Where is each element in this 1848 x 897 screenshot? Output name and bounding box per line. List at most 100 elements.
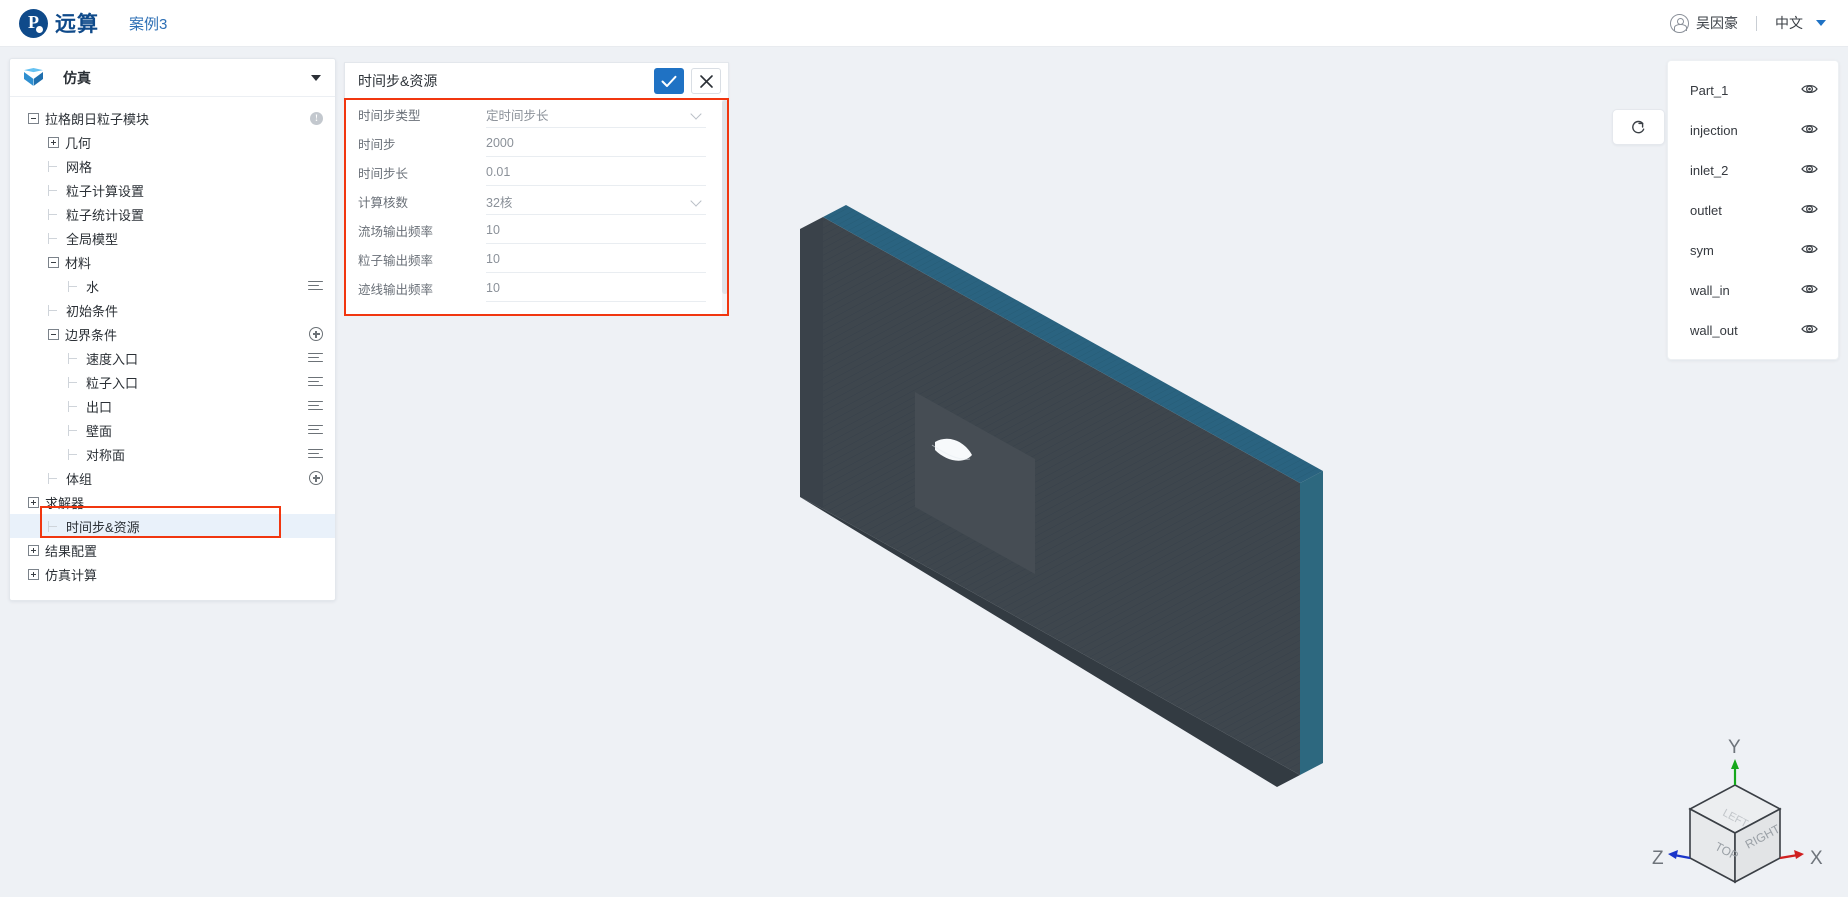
visibility-eye-icon[interactable] <box>1801 163 1818 178</box>
logo-icon: P <box>19 8 48 38</box>
part-name: inlet_2 <box>1690 162 1729 178</box>
user-name: 吴因豪 <box>1696 15 1738 31</box>
form-row: 迹线输出频率 10 <box>345 274 728 303</box>
visibility-eye-icon[interactable] <box>1801 283 1818 298</box>
part-row[interactable]: sym <box>1668 230 1838 270</box>
brand[interactable]: P 远算 <box>19 8 99 38</box>
user-menu[interactable]: 吴因豪 <box>1670 13 1738 33</box>
tree-item-add-icon[interactable] <box>309 471 323 485</box>
visibility-eye-icon[interactable] <box>1801 203 1818 218</box>
text-input-field[interactable]: 10 <box>486 217 706 244</box>
tree-item[interactable]: 网格 <box>10 154 335 178</box>
chevron-down-icon[interactable] <box>690 195 702 207</box>
tree-item-menu-icon[interactable] <box>308 280 323 292</box>
field-label: 粒子输出频率 <box>358 254 434 268</box>
tree-item[interactable]: 全局模型 <box>10 226 335 250</box>
select-field[interactable]: 定时间步长 <box>486 101 706 128</box>
language-label[interactable]: 中文 <box>1775 13 1803 33</box>
dialog-header: 时间步&资源 <box>344 62 729 100</box>
expand-icon[interactable] <box>28 496 39 508</box>
tree-item[interactable]: 几何 <box>10 130 335 154</box>
part-row[interactable]: outlet <box>1668 190 1838 230</box>
reset-view-button[interactable] <box>1612 109 1665 145</box>
tree-item[interactable]: 速度入口 <box>10 346 335 370</box>
tree-item-label: 速度入口 <box>86 351 139 367</box>
tree-item-menu-icon[interactable] <box>308 424 323 436</box>
tree-item[interactable]: 初始条件 <box>10 298 335 322</box>
close-button[interactable] <box>691 68 721 94</box>
visibility-eye-icon[interactable] <box>1801 323 1818 338</box>
tree-item-menu-icon[interactable] <box>308 352 323 364</box>
tree-item-menu-icon[interactable] <box>308 400 323 412</box>
expand-icon[interactable] <box>28 568 39 580</box>
tree-item[interactable]: 求解器 <box>10 490 335 514</box>
tree-item[interactable]: 粒子计算设置 <box>10 178 335 202</box>
collapse-icon[interactable] <box>48 256 59 268</box>
field-label: 流场输出频率 <box>358 225 434 239</box>
tree-item[interactable]: 壁面 <box>10 418 335 442</box>
tree-branch-line <box>68 352 80 364</box>
tree-branch-line <box>68 448 80 460</box>
confirm-button[interactable] <box>654 68 684 94</box>
tree-item[interactable]: 粒子入口 <box>10 370 335 394</box>
dialog-scrollbar-thumb[interactable] <box>722 100 728 294</box>
part-row[interactable]: wall_out <box>1668 310 1838 350</box>
dialog-body: 时间步类型 定时间步长 时间步 2000 时间步长 0.01 计算核数 32核 流场输出频率 10… <box>344 100 729 315</box>
tree-item-label: 几何 <box>65 135 92 151</box>
chevron-down-icon[interactable] <box>690 108 702 120</box>
tree-item[interactable]: 对称面 <box>10 442 335 466</box>
tree-item-label: 求解器 <box>45 495 85 511</box>
simulation-tree: 拉格朗日粒子模块! 几何网格粒子计算设置 粒子统计设置全局模型 材料水初始条件 边界条件… <box>10 97 335 600</box>
tree-item-menu-icon[interactable] <box>308 376 323 388</box>
tree-item[interactable]: 拉格朗日粒子模块! <box>10 106 335 130</box>
text-input-field[interactable]: 10 <box>486 246 706 273</box>
tree-branch-line <box>48 232 60 244</box>
chevron-down-icon[interactable] <box>1816 20 1826 26</box>
field-value: 2000 <box>486 136 514 150</box>
tree-item[interactable]: 边界条件 <box>10 322 335 346</box>
tree-item[interactable]: 出口 <box>10 394 335 418</box>
tree-item-label: 拉格朗日粒子模块 <box>45 111 150 127</box>
tree-item-label: 粒子统计设置 <box>66 207 145 223</box>
part-row[interactable]: inlet_2 <box>1668 150 1838 190</box>
visibility-eye-icon[interactable] <box>1801 83 1818 98</box>
part-name: Part_1 <box>1690 82 1729 98</box>
expand-icon[interactable] <box>28 544 39 556</box>
left-panel-header[interactable]: 仿真 <box>10 59 335 97</box>
visibility-eye-icon[interactable] <box>1801 123 1818 138</box>
tree-item-info-icon[interactable]: ! <box>310 111 323 125</box>
axis-orientation-gizmo[interactable]: TOP RIGHT LEFT Y X Z <box>1650 737 1830 897</box>
text-input-field[interactable]: 10 <box>486 275 706 302</box>
part-row[interactable]: Part_1 <box>1668 70 1838 110</box>
select-field[interactable]: 32核 <box>486 188 706 215</box>
tree-item[interactable]: 结果配置 <box>10 538 335 562</box>
visibility-eye-icon[interactable] <box>1801 243 1818 258</box>
tree-item-menu-icon[interactable] <box>308 448 323 460</box>
close-icon <box>699 74 713 88</box>
tree-item[interactable]: 体组 <box>10 466 335 490</box>
tree-item[interactable]: 材料 <box>10 250 335 274</box>
form-row: 流场输出频率 10 <box>345 216 728 245</box>
chevron-down-icon[interactable] <box>311 74 321 81</box>
part-row[interactable]: injection <box>1668 110 1838 150</box>
expand-icon[interactable] <box>48 136 59 148</box>
tree-item-add-icon[interactable] <box>309 327 323 341</box>
text-input-field[interactable]: 2000 <box>486 130 706 157</box>
gizmo-axis-y: Y <box>1728 737 1741 758</box>
tree-item[interactable]: 水 <box>10 274 335 298</box>
tree-item-label: 粒子入口 <box>86 375 139 391</box>
collapse-icon[interactable] <box>28 112 39 124</box>
form-row: 时间步长 0.01 <box>345 158 728 187</box>
collapse-icon[interactable] <box>48 328 59 340</box>
part-row[interactable]: wall_in <box>1668 270 1838 310</box>
tree-item[interactable]: 粒子统计设置 <box>10 202 335 226</box>
tree-item-label: 粒子计算设置 <box>66 183 145 199</box>
part-name: injection <box>1690 122 1738 138</box>
tree-item[interactable]: 仿真计算 <box>10 562 335 586</box>
form-row: 计算核数 32核 <box>345 187 728 216</box>
case-name[interactable]: 案例3 <box>129 13 167 34</box>
tree-branch-line <box>48 160 60 172</box>
text-input-field[interactable]: 0.01 <box>486 159 706 186</box>
tree-item[interactable]: 时间步&资源 <box>10 514 335 538</box>
dialog-scrollbar-track[interactable] <box>722 100 728 314</box>
